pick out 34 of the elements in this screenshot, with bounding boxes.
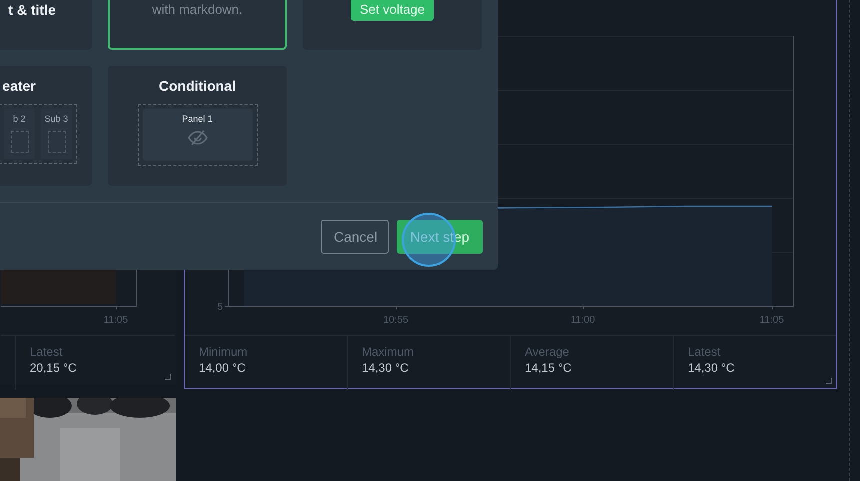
axis-label: 11:00 [570,315,596,326]
sub-panel-label: Sub 3 [44,113,68,125]
set-voltage-button: Set voltage [350,0,434,21]
axis-label: 5 [217,302,223,313]
card-title: Conditional [159,78,236,94]
stat-label: Latest [30,344,64,360]
resize-handle-icon[interactable] [165,374,171,380]
panel-label: Panel 1 [182,113,213,125]
stat-value: 14,30 °C [362,360,410,377]
card-title: t & title [8,2,56,18]
axis-label: 11:05 [104,315,128,326]
stat-value: 14,00 °C [199,360,247,377]
markdown-text: with markdown. [152,2,243,17]
stat-value: 14,30 °C [688,360,736,377]
widget-type-card[interactable]: Conditional Panel 1 [108,66,287,186]
stat-label: Latest [688,344,722,360]
widget-type-card[interactable]: Set voltage [303,0,482,50]
stat-value: 20,15 °C [30,360,78,377]
stat-label: Maximum [362,344,416,360]
stat-label: Average [525,344,570,360]
axis-label: 10:55 [383,315,409,326]
widget-type-card[interactable]: eater b 2 Sub 3 [0,66,92,186]
widget-type-card[interactable]: t & title [0,0,92,50]
stat-value: 14,15 °C [525,360,573,377]
widget-type-card[interactable]: with markdown. [108,0,287,50]
axis-label: 11:05 [760,315,784,326]
cancel-button[interactable]: Cancel [321,220,389,254]
resize-handle-icon[interactable] [826,378,832,384]
hidden-eye-icon [186,129,208,147]
placeholder-box [10,131,28,153]
placeholder-box [48,131,66,153]
stat-label: Minimum [199,344,249,360]
sub-panel-label: b 2 [13,113,26,125]
card-title: eater [2,78,36,94]
